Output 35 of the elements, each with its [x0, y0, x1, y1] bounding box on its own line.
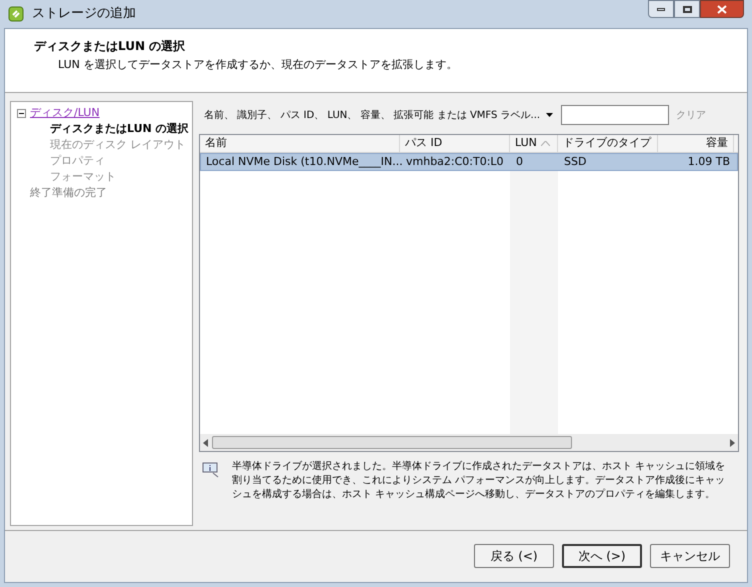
filter-label: 名前、 識別子、 パス ID、 LUN、 容量、 拡張可能 または VMFS ラベル...	[204, 108, 540, 122]
minimize-button[interactable]	[648, 0, 674, 18]
column-header[interactable]: LUN	[510, 135, 558, 152]
column-header[interactable]: ドライブのタイプ	[558, 135, 658, 152]
sort-ascending-icon	[540, 141, 550, 146]
column-header[interactable]: 名前	[200, 135, 400, 152]
horizontal-scrollbar[interactable]	[200, 434, 738, 451]
maximize-button[interactable]	[674, 0, 700, 18]
table-cell-text: Local NVMe Disk (t10.NVMe____IN...	[205, 154, 401, 170]
table-cell-text: vmhba2:C0:T0:L0	[405, 154, 505, 170]
info-icon	[202, 462, 220, 478]
nav-step[interactable]: ディスクまたはLUN の選択	[50, 121, 189, 137]
dialog-button[interactable]: キャンセル	[650, 544, 730, 568]
table-cell-text: SSD	[563, 154, 588, 170]
window-title: ストレージの追加	[32, 5, 136, 24]
filter-field[interactable]	[561, 105, 670, 125]
scrollbar-thumb[interactable]	[212, 436, 572, 449]
table-row[interactable]: Local NVMe Disk (t10.NVMe____IN... vmhba2:C0:T0:L0 0 SSD 1.09 TB	[200, 153, 738, 171]
dialog-button[interactable]: 次へ (>)	[562, 544, 642, 568]
scroll-right-icon[interactable]	[730, 438, 735, 446]
scroll-left-icon[interactable]	[203, 438, 208, 446]
close-button[interactable]	[700, 0, 744, 18]
table-cell-text: 1.09 TB	[686, 154, 731, 170]
collapse-icon[interactable]	[17, 108, 26, 118]
column-header[interactable]: パス ID	[400, 135, 510, 152]
app-icon	[8, 6, 24, 22]
dropdown-icon[interactable]	[546, 113, 554, 117]
header-subtitle: LUN を選択してデータストアを作成するか、現在のデータストアを拡張します。	[57, 57, 458, 73]
nav-link[interactable]: ディスク/LUN	[30, 105, 100, 121]
column-header[interactable]: 容量	[658, 135, 734, 152]
dialog-button[interactable]: 戻る (<)	[474, 544, 554, 568]
info-message: 半導体ドライブが選択されました。半導体ドライブに作成されたデータストアは、ホスト キャッシュに領域を割り当てるために使用でき、これによりシステム パフォーマンスが向上します。データストア作成後にキャッシュを構成する場合は、ホスト キャッシュ構成ページへ移動し、データストアのプロパティを編集します。	[232, 460, 726, 502]
table-cell-text: 0	[515, 154, 524, 170]
header-title: ディスクまたはLUN の選択	[34, 38, 186, 55]
close-icon	[717, 4, 727, 14]
